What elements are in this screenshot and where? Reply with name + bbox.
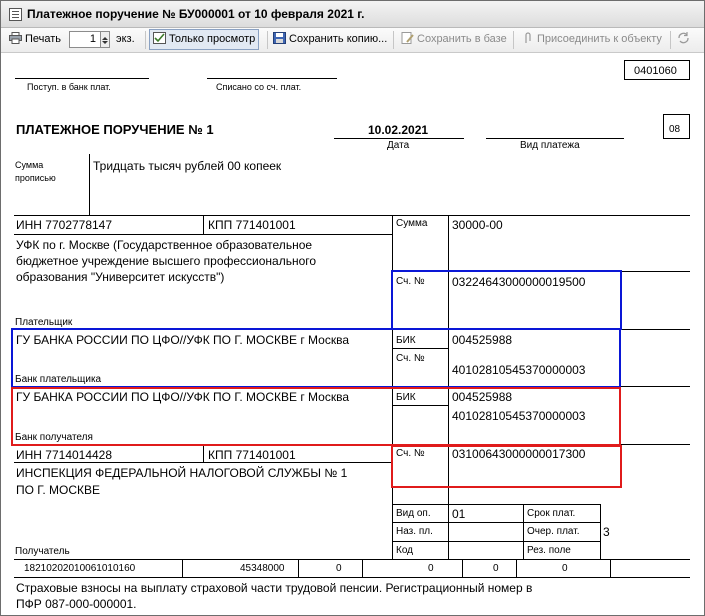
payer-name-line-1: УФК по г. Москве (Государственное образо… (16, 238, 313, 252)
payment-type-line (486, 138, 624, 139)
purpose-line-2: ПФР 087-000-000001. (16, 597, 137, 611)
payer-kpp: КПП 771401001 (208, 218, 296, 232)
title-bar: Платежное поручение № БУ000001 от 10 фев… (1, 1, 704, 28)
purpose-line-1: Страховые взносы на выплату страховой ча… (16, 581, 533, 595)
debited-label: Списано со сч. плат. (216, 82, 302, 92)
row-line (14, 215, 690, 216)
form-heading: ПЛАТЕЖНОЕ ПОРУЧЕНИЕ № 1 (16, 122, 214, 137)
row-line (392, 541, 600, 542)
copies-spinner[interactable] (101, 31, 110, 48)
info-divider (523, 504, 524, 559)
cell-divider (516, 559, 517, 577)
okud-code: 0401060 (634, 65, 677, 77)
cell-divider (362, 559, 363, 577)
basis: 0 (336, 563, 342, 574)
info-divider (600, 504, 601, 559)
payer-inn: ИНН 7702778147 (16, 218, 113, 232)
row-line (14, 462, 392, 463)
payee-label: Получатель (15, 546, 70, 557)
save-db-label: Сохранить в базе (417, 33, 507, 45)
order-date: 10.02.2021 (368, 123, 429, 137)
status-code: 08 (669, 124, 681, 135)
row-line (14, 234, 392, 235)
kbk: 18210202010061010160 (24, 563, 136, 574)
payee-bank-highlight (11, 387, 621, 446)
row-line (14, 559, 690, 560)
doc-number: 0 (493, 563, 499, 574)
order-value: 3 (603, 525, 610, 539)
due-label: Срок плат. (527, 508, 576, 519)
attach-button[interactable]: Присоединить к объекту (521, 30, 662, 49)
received-label: Поступ. в банк плат. (27, 82, 111, 92)
payee-inn: ИНН 7714014428 (16, 448, 113, 462)
period: 0 (428, 563, 434, 574)
save-db-icon (401, 32, 414, 44)
row-line (14, 577, 690, 578)
payee-kpp: КПП 771401001 (208, 448, 296, 462)
print-button[interactable]: Печать (9, 30, 61, 49)
payment-order-window: Платежное поручение № БУ000001 от 10 фев… (0, 0, 705, 616)
save-db-button[interactable]: Сохранить в базе (401, 30, 507, 49)
toolbar: Печать 1 экз. Только просмотр Сохранить … (1, 28, 704, 53)
payer-name-line-2: бюджетное учреждение высшего профессиона… (16, 254, 317, 268)
document-icon (9, 8, 22, 21)
view-only-label: Только просмотр (169, 33, 256, 45)
sum-label: Сумма (396, 218, 428, 229)
refresh-button[interactable] (677, 30, 693, 49)
code-label: Код (396, 545, 414, 556)
cell-divider (462, 559, 463, 577)
toolbar-separator (670, 31, 671, 49)
copies-unit: экз. (116, 33, 135, 45)
payer-label: Плательщик (15, 317, 73, 328)
sum-value: 30000-00 (452, 218, 503, 232)
sum-words: Тридцать тысяч рублей 00 копеек (93, 159, 282, 173)
payee-name-line-1: ИНСПЕКЦИЯ ФЕДЕРАЛЬНОЙ НАЛОГОВОЙ СЛУЖБЫ №… (16, 466, 348, 480)
payer-bank-highlight (11, 328, 621, 388)
window-title: Платежное поручение № БУ000001 от 10 фев… (27, 7, 365, 21)
inn-kpp-divider (203, 215, 204, 234)
doc-date: 0 (562, 563, 568, 574)
sum-words-label-1: Сумма (15, 160, 44, 170)
row-line (392, 522, 600, 523)
toolbar-separator (145, 31, 146, 49)
copies-input[interactable]: 1 (69, 31, 101, 48)
attach-label: Присоединить к объекту (537, 33, 662, 45)
date-line (334, 138, 464, 139)
order-label: Очер. плат. (527, 526, 580, 537)
received-line (15, 78, 149, 79)
payee-name-line-2: ПО Г. МОСКВЕ (16, 483, 100, 497)
reserve-label: Рез. поле (527, 545, 571, 556)
cell-divider (610, 559, 611, 577)
op-type-value: 01 (452, 507, 466, 521)
save-copy-label: Сохранить копию... (289, 33, 388, 45)
debited-line (207, 78, 337, 79)
sum-words-divider (89, 154, 90, 215)
date-label: Дата (387, 140, 410, 151)
cell-divider (298, 559, 299, 577)
toolbar-separator (393, 31, 394, 49)
refresh-icon (678, 32, 689, 44)
inn-kpp-divider (203, 444, 204, 462)
payment-order-form: 0401060 Поступ. в банк плат. Списано со … (10, 56, 690, 615)
oktmo: 45348000 (240, 563, 285, 574)
toolbar-separator (513, 31, 514, 49)
row-line (392, 504, 600, 505)
toolbar-separator (267, 31, 268, 49)
payer-account-highlight (391, 270, 622, 330)
cell-divider (182, 559, 183, 577)
purpose-code-label: Наз. пл. (396, 526, 433, 537)
view-only-button[interactable]: Только просмотр (149, 29, 260, 50)
payee-account-highlight (391, 445, 622, 488)
save-copy-button[interactable]: Сохранить копию... (273, 30, 387, 49)
op-type-label: Вид оп. (396, 508, 431, 519)
printer-icon (9, 32, 22, 44)
payer-name-line-3: образования "Университет искусств") (16, 270, 225, 284)
sum-words-label-2: прописью (15, 173, 56, 183)
payment-type-label: Вид платежа (520, 140, 580, 151)
view-only-icon (153, 32, 166, 44)
print-label: Печать (25, 33, 62, 45)
attach-icon (525, 32, 531, 43)
save-copy-icon (273, 32, 286, 44)
